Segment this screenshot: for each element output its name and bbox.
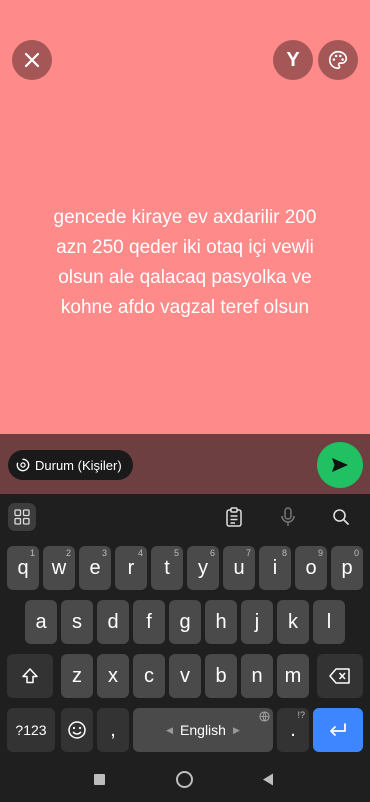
font-button[interactable]: Y xyxy=(273,40,313,80)
key-r[interactable]: 4r xyxy=(115,546,147,590)
enter-key[interactable] xyxy=(313,708,363,752)
key-j[interactable]: j xyxy=(241,600,273,644)
key-f[interactable]: f xyxy=(133,600,165,644)
status-text[interactable]: gencede kiraye ev axdarilir 200 azn 250 … xyxy=(20,203,350,323)
grid-icon xyxy=(14,509,30,525)
key-u[interactable]: 7u xyxy=(223,546,255,590)
palette-button[interactable] xyxy=(318,40,358,80)
backspace-key[interactable] xyxy=(317,654,363,698)
key-k[interactable]: k xyxy=(277,600,309,644)
space-key[interactable]: ◀ English ▶ xyxy=(133,708,273,752)
clipboard-icon xyxy=(226,507,242,527)
keyboard-search-button[interactable] xyxy=(327,503,355,531)
space-key-label: English xyxy=(180,722,226,738)
privacy-label: Durum (Kişiler) xyxy=(35,457,122,473)
privacy-chip[interactable]: Durum (Kişiler) xyxy=(8,450,133,480)
font-button-label: Y xyxy=(286,48,300,71)
back-icon[interactable] xyxy=(262,773,274,786)
key-h[interactable]: h xyxy=(205,600,237,644)
key-i[interactable]: 8i xyxy=(259,546,291,590)
send-icon xyxy=(332,458,348,472)
palette-icon xyxy=(329,50,348,70)
key-x[interactable]: x xyxy=(97,654,129,698)
key-v[interactable]: v xyxy=(169,654,201,698)
key-m[interactable]: m xyxy=(277,654,309,698)
recents-icon[interactable] xyxy=(94,774,105,785)
emoji-key[interactable] xyxy=(61,708,93,752)
key-b[interactable]: b xyxy=(205,654,237,698)
comma-key[interactable]: , xyxy=(97,708,129,752)
key-c[interactable]: c xyxy=(133,654,165,698)
clipboard-button[interactable] xyxy=(220,503,248,531)
key-l[interactable]: l xyxy=(313,600,345,644)
period-key[interactable]: !? . xyxy=(277,708,309,752)
voice-button[interactable] xyxy=(274,503,302,531)
key-z[interactable]: z xyxy=(61,654,93,698)
key-o[interactable]: 9o xyxy=(295,546,327,590)
key-s[interactable]: s xyxy=(61,600,93,644)
key-a[interactable]: a xyxy=(25,600,57,644)
close-icon xyxy=(24,52,40,68)
globe-icon xyxy=(259,711,270,722)
home-icon[interactable] xyxy=(176,771,193,788)
key-g[interactable]: g xyxy=(169,600,201,644)
key-p[interactable]: 0p xyxy=(331,546,363,590)
key-n[interactable]: n xyxy=(241,654,273,698)
key-y[interactable]: 6y xyxy=(187,546,219,590)
send-button[interactable] xyxy=(317,442,363,488)
keyboard-menu-button[interactable] xyxy=(8,503,36,531)
status-ring-icon xyxy=(16,458,30,472)
numbers-key[interactable]: ?123 xyxy=(7,708,55,752)
shift-key[interactable] xyxy=(7,654,53,698)
search-icon xyxy=(333,509,349,525)
arrow-right-icon: ▶ xyxy=(232,724,240,735)
key-t[interactable]: 5t xyxy=(151,546,183,590)
key-w[interactable]: 2w xyxy=(43,546,75,590)
mic-icon xyxy=(281,507,295,526)
enter-icon xyxy=(330,723,346,736)
arrow-left-icon: ◀ xyxy=(166,724,174,735)
key-e[interactable]: 3e xyxy=(79,546,111,590)
emoji-icon xyxy=(68,721,86,739)
backspace-icon xyxy=(329,668,350,684)
key-d[interactable]: d xyxy=(97,600,129,644)
close-button[interactable] xyxy=(12,40,52,80)
shift-icon xyxy=(22,668,38,684)
key-q[interactable]: 1q xyxy=(7,546,39,590)
